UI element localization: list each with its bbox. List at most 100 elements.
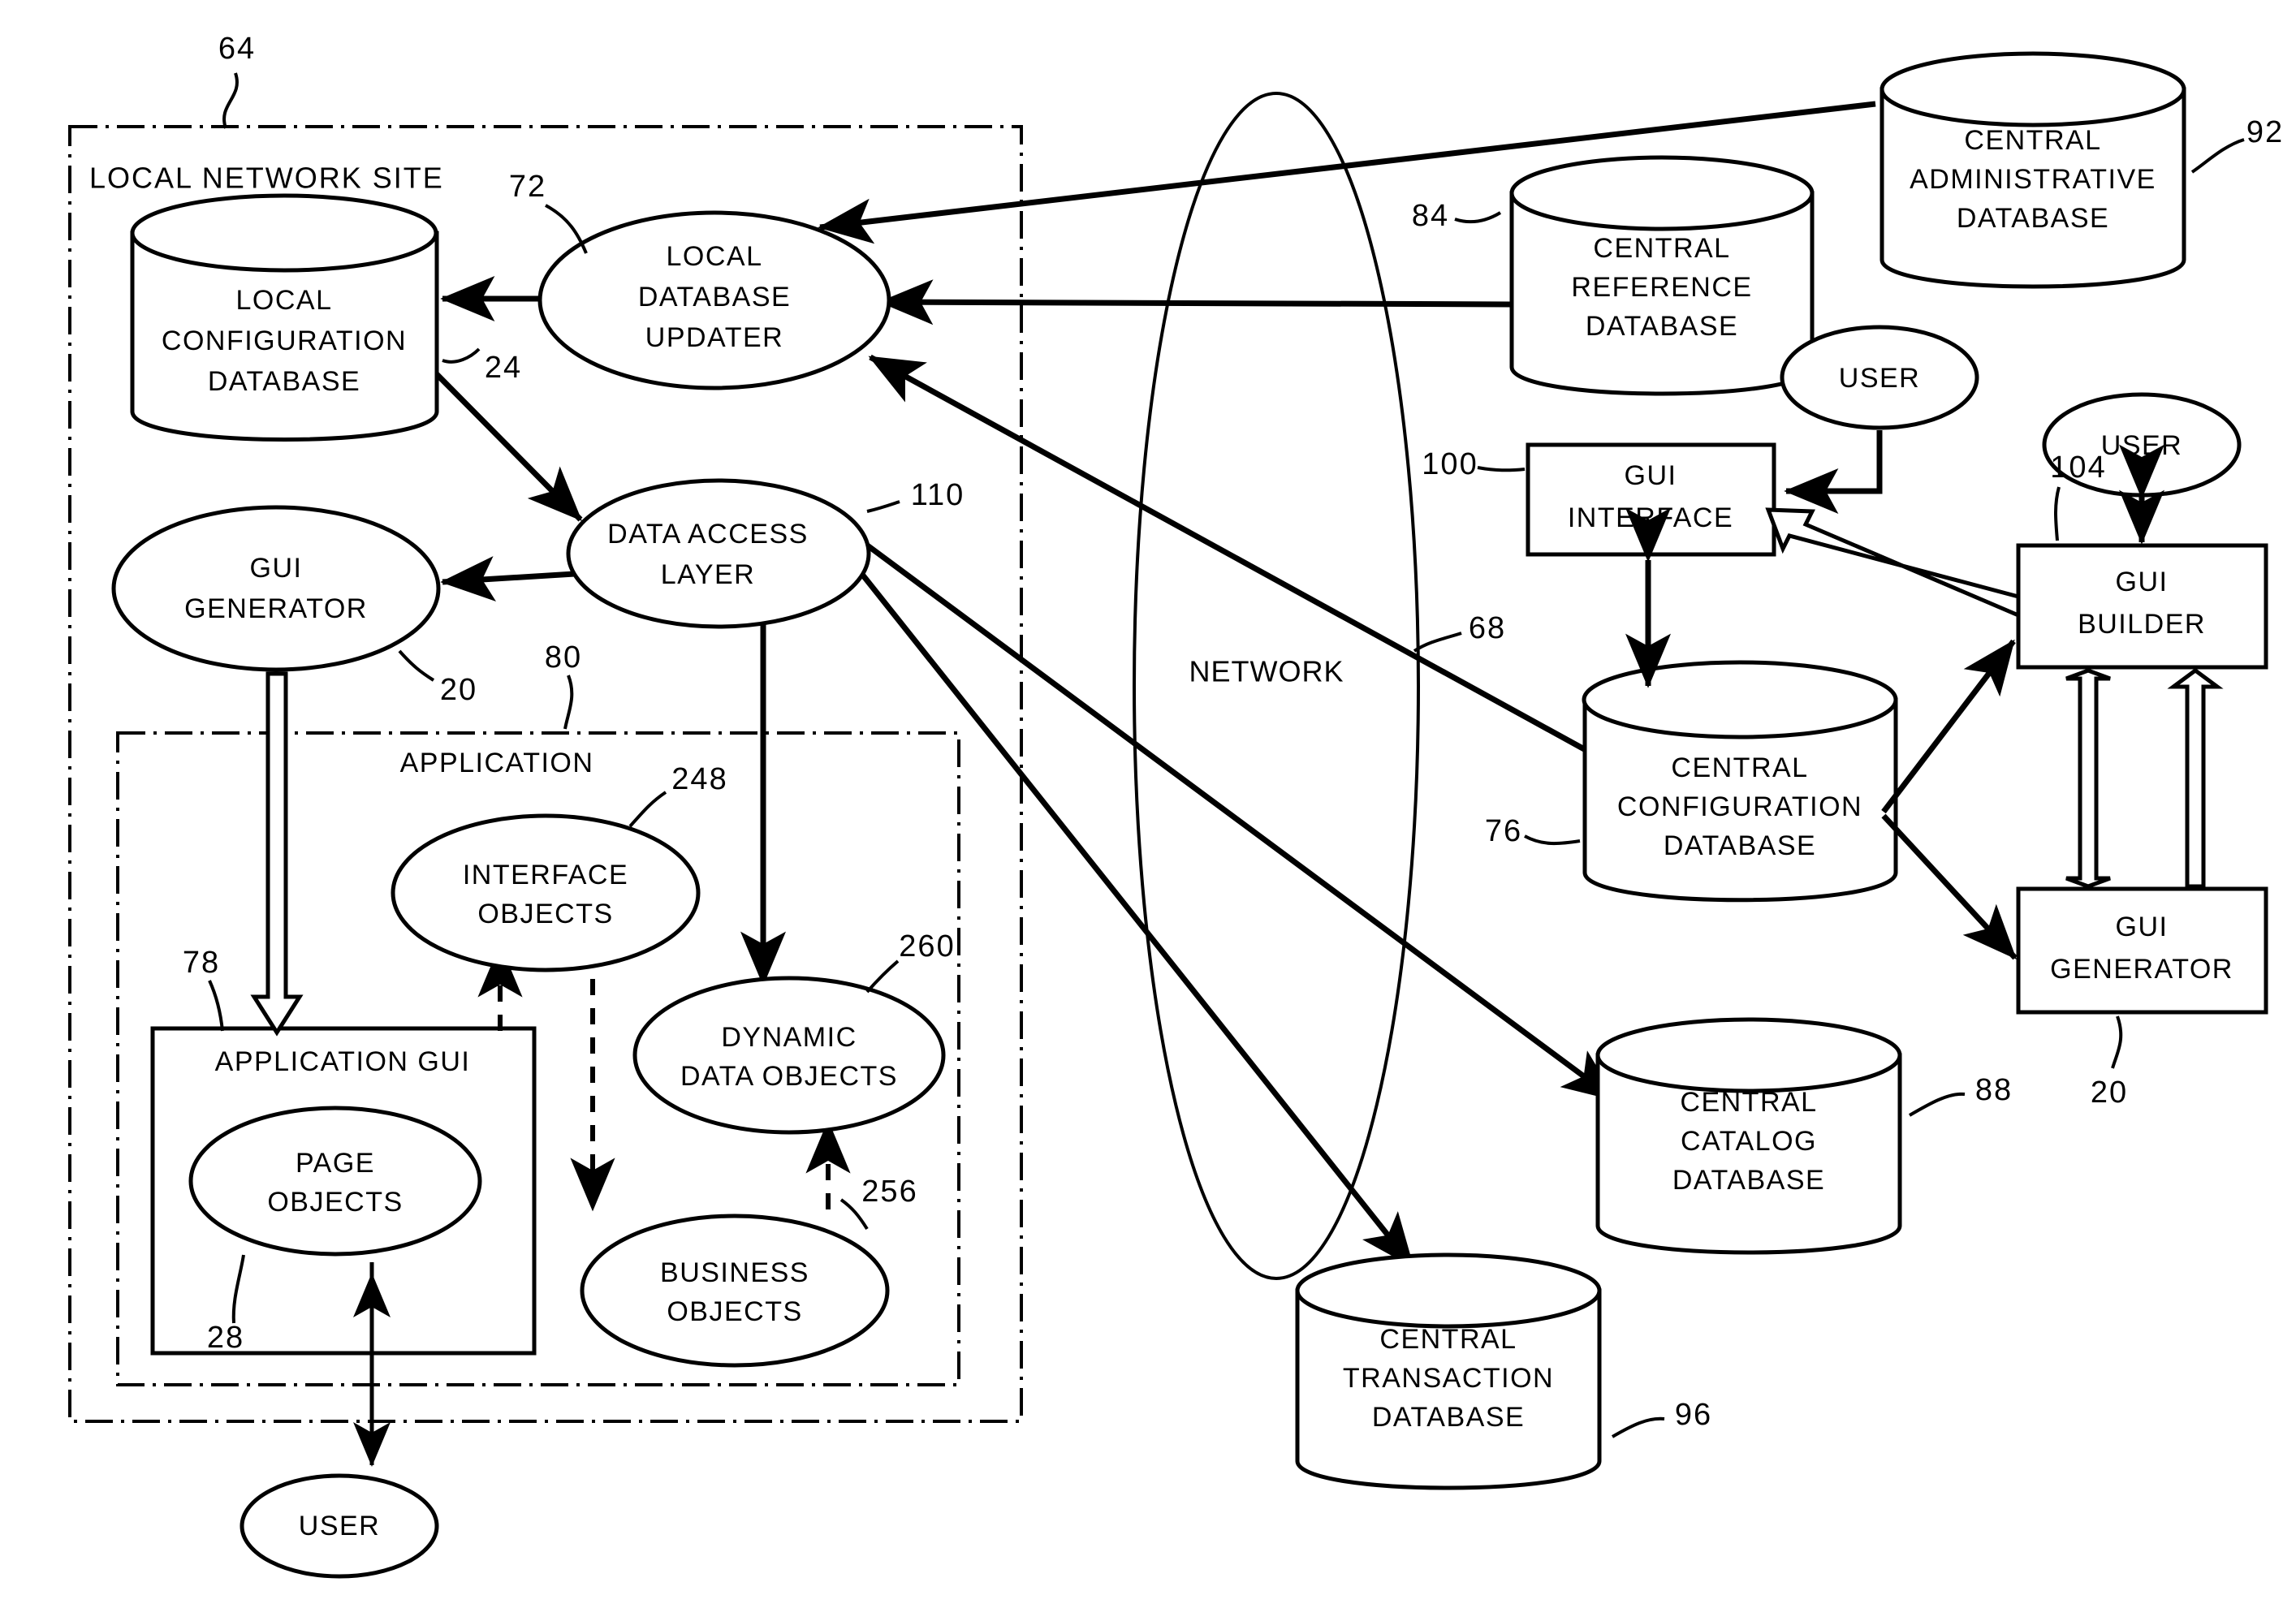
central-reference-db-line2: REFERENCE — [1571, 272, 1752, 303]
central-reference-db-line1: CENTRAL — [1593, 233, 1730, 264]
ref-28: 28 — [207, 1321, 244, 1355]
ref-80: 80 — [545, 640, 582, 675]
leader-92 — [2190, 138, 2245, 174]
central-reference-db-line3: DATABASE — [1586, 311, 1738, 342]
local-db-updater-line1: LOCAL — [667, 241, 763, 272]
central-config-db-line1: CENTRAL — [1671, 752, 1808, 783]
central-gui-generator-box — [2016, 886, 2268, 1015]
local-db-updater-line2: DATABASE — [638, 282, 791, 313]
leader-20-central — [2111, 1015, 2123, 1069]
ref-24: 24 — [485, 351, 522, 385]
interface-objects-line2: OBJECTS — [477, 899, 613, 929]
central-gui-generator-line1: GUI — [2116, 912, 2169, 942]
hollow-arrow-builder-generator-left — [2065, 668, 2111, 889]
network-label: NETWORK — [1189, 655, 1344, 688]
leader-80 — [563, 675, 574, 730]
dynamic-data-objects-line2: DATA OBJECTS — [680, 1061, 898, 1092]
central-user-b-label: USER — [2101, 430, 2182, 461]
leader-88 — [1908, 1092, 1966, 1117]
flow-central-config-db-to-gui-builder — [1881, 639, 2016, 814]
central-config-db-line2: CONFIGURATION — [1617, 791, 1862, 822]
ref-96: 96 — [1675, 1398, 1712, 1432]
ref-256: 256 — [861, 1175, 917, 1209]
business-objects-line2: OBJECTS — [667, 1296, 802, 1327]
leader-68 — [1413, 632, 1462, 653]
local-configuration-database — [130, 193, 439, 442]
application-gui-label: APPLICATION GUI — [215, 1046, 471, 1077]
business-objects-line1: BUSINESS — [660, 1257, 809, 1288]
central-transaction-db-line2: TRANSACTION — [1343, 1363, 1554, 1394]
diagram-canvas: LOCAL NETWORK SITE APPLICATION APPLICATI… — [0, 0, 2296, 1621]
ref-68: 68 — [1469, 611, 1506, 645]
data-access-layer — [566, 478, 871, 629]
gui-interface-line2: INTERFACE — [1568, 502, 1733, 533]
ref-72: 72 — [509, 170, 546, 204]
page-objects — [188, 1106, 482, 1257]
page-objects-line1: PAGE — [296, 1148, 375, 1179]
ref-88: 88 — [1975, 1073, 2013, 1107]
gui-builder-box — [2016, 543, 2268, 670]
central-transaction-db-line3: DATABASE — [1372, 1402, 1525, 1433]
leader-84 — [1454, 211, 1502, 224]
flow-central-config-db-to-updater — [868, 354, 1589, 754]
local-config-db-line2: CONFIGURATION — [162, 325, 407, 356]
local-gui-generator-line1: GUI — [250, 553, 303, 584]
central-admin-db-line1: CENTRAL — [1964, 125, 2101, 156]
local-config-db-line3: DATABASE — [208, 366, 360, 397]
ref-84: 84 — [1412, 199, 1449, 233]
local-gui-generator-line2: GENERATOR — [184, 593, 368, 624]
ref-92: 92 — [2246, 115, 2284, 149]
leader-104 — [2054, 486, 2061, 541]
gui-interface-line1: GUI — [1625, 460, 1677, 491]
hollow-arrow-gui-builder-to-gui-interface — [1765, 507, 2021, 619]
local-db-updater-line3: UPDATER — [645, 322, 783, 353]
central-config-db-line3: DATABASE — [1664, 830, 1816, 861]
hollow-arrow-generator-builder-right — [2167, 667, 2224, 889]
ref-78: 78 — [183, 946, 220, 980]
central-catalog-db-line2: CATALOG — [1681, 1126, 1817, 1157]
local-network-site-label: LOCAL NETWORK SITE — [89, 162, 444, 195]
leader-110 — [866, 500, 900, 513]
leader-64 — [222, 72, 239, 129]
central-catalog-db-line3: DATABASE — [1672, 1165, 1825, 1196]
leader-76 — [1524, 834, 1581, 846]
data-access-layer-line1: DATA ACCESS — [607, 519, 809, 550]
local-gui-generator — [111, 505, 441, 672]
interface-objects-line1: INTERFACE — [463, 860, 628, 890]
data-access-layer-line2: LAYER — [661, 559, 755, 590]
interface-objects — [391, 813, 701, 972]
page-objects-line2: OBJECTS — [267, 1187, 403, 1218]
ref-20-central: 20 — [2091, 1076, 2128, 1110]
ref-64: 64 — [218, 32, 256, 66]
business-objects — [580, 1214, 890, 1368]
flow-central-config-db-to-central-gui-generator — [1881, 813, 2018, 960]
central-gui-generator-line2: GENERATOR — [2050, 954, 2233, 985]
gui-builder-line2: BUILDER — [2078, 609, 2206, 640]
flow-central-reference-db-to-updater — [878, 279, 1513, 325]
local-user-label: USER — [299, 1511, 380, 1541]
ref-104: 104 — [2050, 451, 2106, 485]
central-user-a-label: USER — [1839, 363, 1920, 394]
ref-110: 110 — [911, 478, 965, 512]
dynamic-data-objects — [632, 976, 946, 1135]
ref-76: 76 — [1485, 814, 1522, 848]
flow-central-user-a-to-gui-interface — [1784, 430, 1883, 514]
central-catalog-db-line1: CENTRAL — [1680, 1087, 1817, 1118]
flow-local-config-db-to-data-access-layer — [429, 367, 583, 522]
central-admin-db-line3: DATABASE — [1957, 203, 2109, 234]
leader-100 — [1477, 466, 1526, 472]
diagram-svg: LOCAL NETWORK SITE APPLICATION APPLICATI… — [68, 32, 2284, 1579]
leader-260 — [865, 959, 900, 994]
application-label: APPLICATION — [400, 748, 594, 778]
dynamic-data-objects-line1: DYNAMIC — [721, 1022, 857, 1053]
leader-20-local — [398, 649, 435, 682]
ref-248: 248 — [671, 762, 727, 796]
leader-78 — [208, 980, 224, 1032]
central-admin-db-line2: ADMINISTRATIVE — [1910, 164, 2156, 195]
leader-96 — [1611, 1416, 1665, 1438]
hollow-arrow-gui-generator-to-application-gui — [250, 671, 304, 1037]
central-transaction-db-line1: CENTRAL — [1379, 1324, 1517, 1355]
local-config-db-line1: LOCAL — [236, 285, 333, 316]
gui-builder-line1: GUI — [2116, 567, 2169, 597]
leader-248 — [628, 791, 667, 828]
